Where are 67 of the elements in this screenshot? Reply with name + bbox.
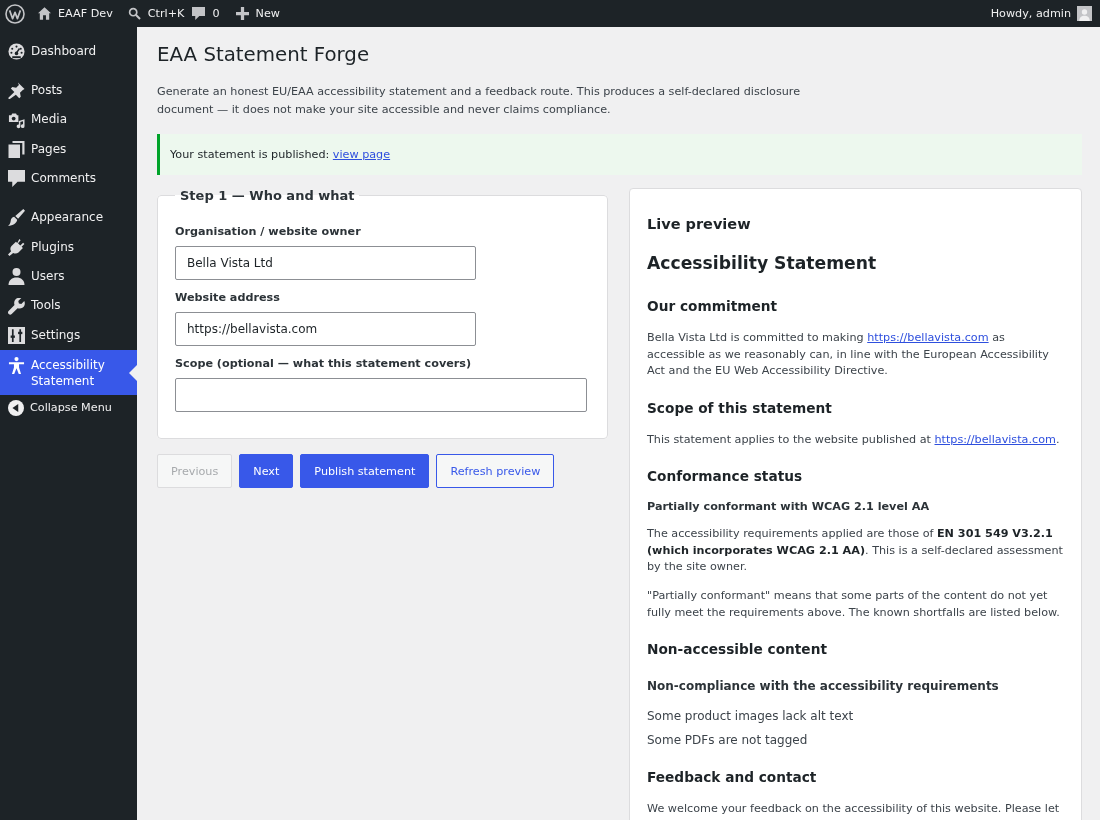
search-icon (127, 7, 141, 20)
menu-item[interactable]: Dashboard (0, 37, 137, 67)
view-page-link[interactable]: view page (332, 147, 391, 161)
paintbrush-icon (8, 209, 25, 227)
statement-paragraph: "Partially conformant" means that some parts of the content do not yet fully meet the requirements above. The known shortfalls are listed below. (647, 588, 1061, 621)
text-field[interactable] (175, 378, 587, 412)
command-search-link[interactable]: Ctrl+K (127, 5, 185, 22)
menu-item[interactable]: Accessibility Statement (0, 350, 137, 396)
plus-icon (235, 7, 249, 20)
subsection-heading: Non-compliance with the accessibility requirements (647, 678, 1000, 693)
field-label: Organisation / website owner (175, 225, 362, 239)
field-label: Website address (175, 291, 281, 305)
section-heading: Feedback and contact (647, 768, 818, 787)
speech-bubble-icon (192, 7, 206, 20)
step-legend: Step 1 — Who and what (175, 188, 360, 203)
statement-paragraph: The accessibility requirements applied are those of EN 301 549 V3.2.1 (which incorporates WCAG 2.1 AA). This is a self-declared assessment by the site owner. (647, 526, 1064, 576)
left-triangle-circle-icon (8, 399, 24, 416)
menu-item[interactable]: Posts (0, 76, 137, 106)
statement-paragraph: Bella Vista Ltd is committed to making https://bellavista.com as accessible as we reasonably can, in line with the European Accessibility Act and the EU Web Accessibility Directive. (647, 330, 1050, 380)
shortfall-item: Some product images lack alt text (647, 708, 855, 726)
collapse-menu-button[interactable]: Collapse Menu (0, 395, 120, 421)
new-content-link[interactable]: New (235, 5, 280, 22)
speech-bubble-icon (8, 170, 25, 188)
conformance-status: Partially conformant with WCAG 2.1 level AA (647, 499, 931, 514)
sliders-icon (8, 327, 25, 345)
statement-title: Accessibility Statement (647, 252, 878, 274)
secondary-button[interactable]: Refresh preview (436, 454, 555, 488)
camera-and-note-icon (8, 111, 25, 129)
comments-link[interactable]: 0 (192, 5, 220, 22)
section-heading: Conformance status (647, 467, 804, 486)
page-description: Generate an honest EU/EAA accessibility statement and a feedback route. This produces a self-declared disclosure document — it does not make your site accessible and never claims compliance. (157, 84, 802, 118)
pushpin-icon (8, 82, 25, 100)
section-heading: Non-accessible content (647, 640, 828, 659)
url-link[interactable]: https://bellavista.com (867, 331, 989, 345)
menu-item[interactable]: Plugins (0, 232, 137, 263)
text-field[interactable]: https://bellavista.com (175, 312, 476, 346)
menu-item[interactable]: Settings (0, 320, 137, 351)
stacked-pages-icon (8, 141, 25, 158)
menu-item[interactable]: Users (0, 262, 137, 292)
person-icon (8, 268, 25, 286)
section-heading: Our commitment (647, 297, 778, 316)
gauge-icon (8, 43, 25, 61)
menu-item[interactable]: Tools (0, 291, 137, 321)
menu-item[interactable]: Comments (0, 164, 137, 194)
preview-heading: Live preview (647, 215, 752, 234)
primary-button[interactable]: Next (239, 454, 294, 488)
menu-item[interactable]: Media (0, 105, 137, 135)
page-title: EAA Statement Forge (157, 43, 371, 67)
shortfall-item: Some PDFs are not tagged (647, 732, 809, 750)
section-heading: Scope of this statement (647, 398, 833, 417)
field-label: Scope (optional — what this statement covers) (175, 357, 473, 371)
account-link[interactable]: Howdy, admin (990, 5, 1092, 22)
notice-message: Your statement is published: view page (157, 134, 1082, 175)
circle-logo-icon[interactable] (5, 3, 25, 24)
statement-paragraph: This statement applies to the website published at https://bellavista.com. (647, 431, 1061, 448)
menu-item[interactable]: Appearance (0, 203, 137, 233)
primary-button[interactable]: Publish statement (300, 454, 430, 488)
text-field[interactable]: Bella Vista Ltd (175, 246, 476, 280)
accessibility-icon (8, 356, 25, 374)
url-link[interactable]: https://bellavista.com (934, 432, 1056, 446)
plug-icon (8, 238, 25, 256)
wrench-icon (8, 297, 25, 315)
home-icon (38, 7, 51, 20)
menu-item[interactable]: Pages (0, 134, 137, 165)
avatar-icon (1077, 6, 1092, 21)
site-link[interactable]: EAAF Dev (38, 5, 113, 22)
statement-paragraph: We welcome your feedback on the accessibility of this website. Please let (647, 801, 1061, 818)
